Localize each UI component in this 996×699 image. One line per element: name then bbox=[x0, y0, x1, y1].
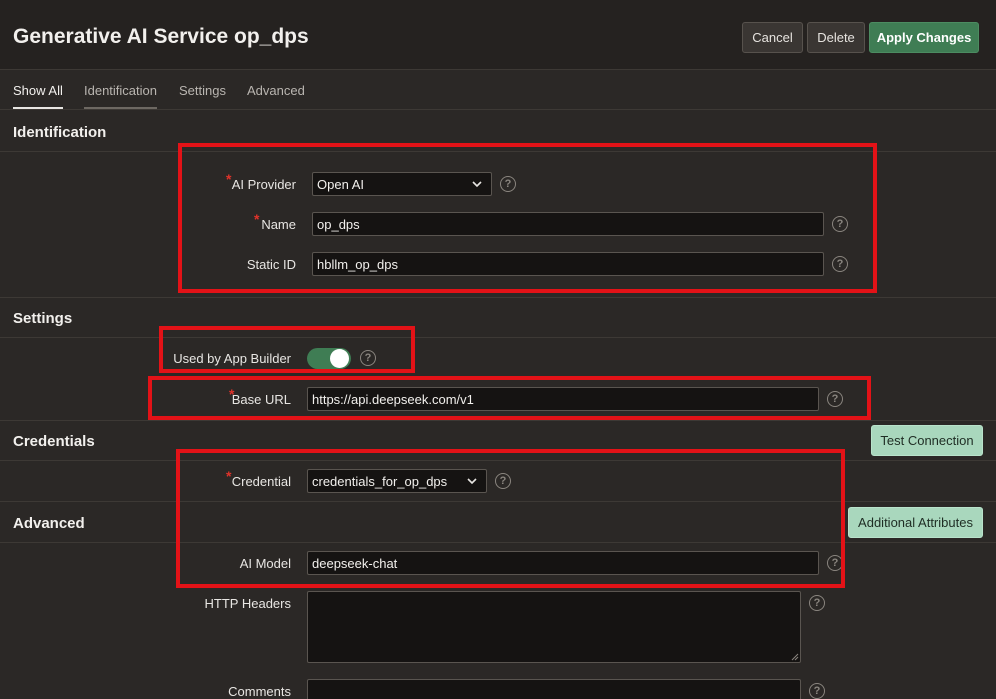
additional-attributes-button[interactable]: Additional Attributes bbox=[848, 507, 983, 538]
credential-value: credentials_for_op_dps bbox=[312, 473, 448, 489]
section-credentials: Credentials bbox=[0, 420, 996, 461]
http-headers-textarea[interactable] bbox=[307, 591, 801, 663]
page-title: Generative AI Service op_dps bbox=[13, 25, 309, 48]
static-id-help-icon[interactable]: ? bbox=[832, 256, 848, 272]
credential-label: Credential bbox=[231, 474, 291, 489]
http-headers-help-icon[interactable]: ? bbox=[809, 595, 825, 611]
chevron-down-icon bbox=[472, 181, 482, 188]
tab-identification[interactable]: Identification bbox=[84, 83, 157, 109]
name-label: Name bbox=[261, 217, 296, 232]
static-id-label: Static ID bbox=[246, 257, 296, 272]
ai-provider-value: Open AI bbox=[317, 176, 364, 192]
credential-select[interactable]: credentials_for_op_dps bbox=[307, 469, 487, 493]
cancel-button[interactable]: Cancel bbox=[742, 22, 803, 53]
name-help-icon[interactable]: ? bbox=[832, 216, 848, 232]
comments-textarea[interactable] bbox=[307, 679, 801, 699]
resize-handle-icon[interactable] bbox=[791, 653, 799, 661]
ai-provider-help-icon[interactable]: ? bbox=[500, 176, 516, 192]
name-input[interactable]: op_dps bbox=[312, 212, 824, 236]
tab-bar: Show All Identification Settings Advance… bbox=[0, 70, 996, 110]
ai-model-label: AI Model bbox=[239, 556, 291, 571]
ai-provider-select[interactable]: Open AI bbox=[312, 172, 492, 196]
section-settings: Settings bbox=[0, 297, 996, 338]
ai-model-input[interactable]: deepseek-chat bbox=[307, 551, 819, 575]
used-by-app-builder-label: Used by App Builder bbox=[173, 351, 291, 366]
tab-settings[interactable]: Settings bbox=[179, 83, 226, 109]
section-title-settings: Settings bbox=[13, 310, 73, 327]
comments-label: Comments bbox=[228, 684, 291, 699]
section-identification: Identification bbox=[0, 111, 996, 152]
ai-provider-label: AI Provider bbox=[231, 177, 296, 192]
comments-help-icon[interactable]: ? bbox=[809, 683, 825, 699]
tab-show-all[interactable]: Show All bbox=[13, 83, 63, 109]
section-title-identification: Identification bbox=[13, 124, 107, 141]
page-header: Generative AI Service op_dps Cancel Dele… bbox=[0, 0, 996, 70]
section-advanced: Advanced bbox=[0, 502, 996, 543]
base-url-input[interactable]: https://api.deepseek.com/v1 bbox=[307, 387, 819, 411]
static-id-input[interactable]: hbllm_op_dps bbox=[312, 252, 824, 276]
apply-changes-button[interactable]: Apply Changes bbox=[869, 22, 979, 53]
delete-button[interactable]: Delete bbox=[807, 22, 865, 53]
chevron-down-icon bbox=[467, 478, 477, 485]
base-url-label: Base URL bbox=[231, 392, 291, 407]
tab-advanced[interactable]: Advanced bbox=[247, 83, 305, 109]
http-headers-label: HTTP Headers bbox=[204, 596, 291, 611]
section-title-credentials: Credentials bbox=[13, 433, 95, 450]
test-connection-button[interactable]: Test Connection bbox=[871, 425, 983, 456]
ai-model-help-icon[interactable]: ? bbox=[827, 555, 843, 571]
credential-help-icon[interactable]: ? bbox=[495, 473, 511, 489]
toggle-knob bbox=[330, 349, 349, 368]
used-by-app-builder-toggle[interactable] bbox=[307, 348, 351, 369]
used-by-app-builder-help-icon[interactable]: ? bbox=[360, 350, 376, 366]
section-title-advanced: Advanced bbox=[13, 515, 85, 532]
base-url-help-icon[interactable]: ? bbox=[827, 391, 843, 407]
divider bbox=[0, 420, 996, 421]
